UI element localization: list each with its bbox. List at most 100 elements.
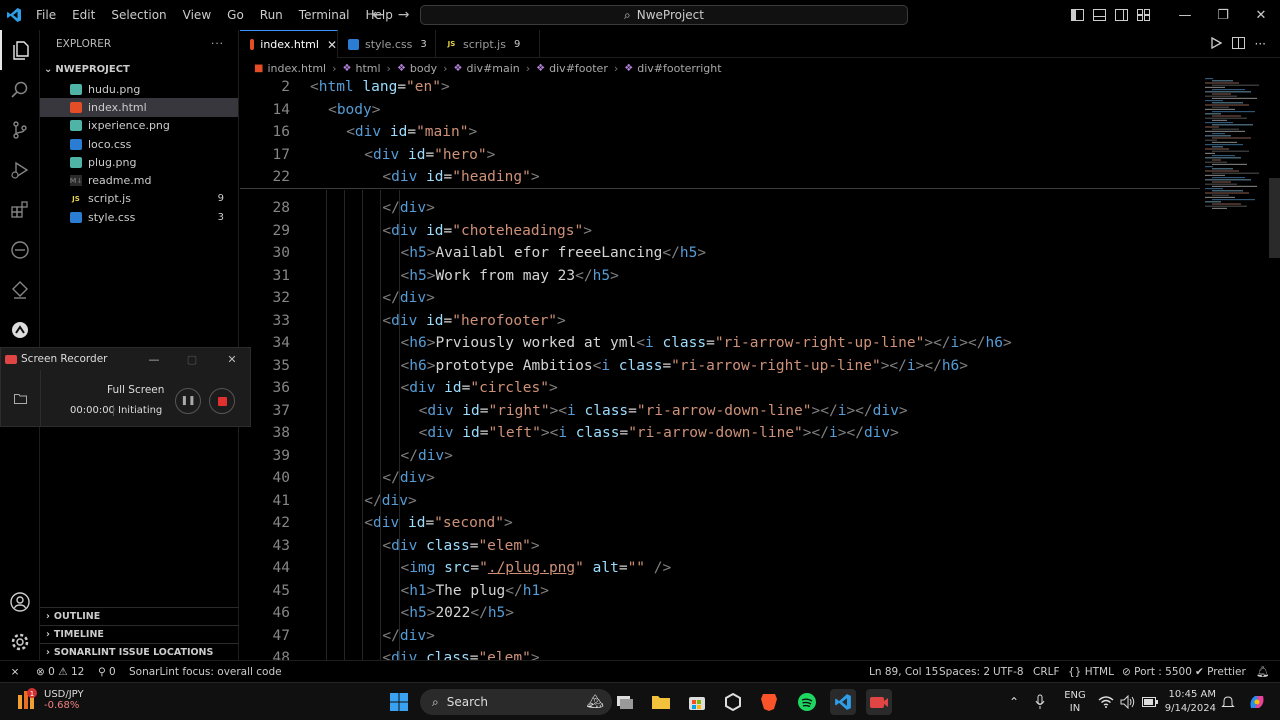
sonarlint-locations-section[interactable]: › SONARLINT ISSUE LOCATIONS (40, 643, 239, 661)
scrollbar-thumb[interactable] (1269, 178, 1280, 258)
code-line[interactable]: 42 <div id="second"> (240, 512, 1200, 535)
search-icon[interactable] (0, 70, 40, 110)
code-line[interactable]: 17 <div id="hero"> (240, 144, 1200, 167)
account-icon[interactable] (0, 582, 40, 622)
split-editor-icon[interactable] (1231, 36, 1245, 52)
notifications-bell-icon[interactable]: 🔔︎ (1256, 661, 1269, 683)
code-line[interactable]: 38 <div id="left"><i class="ri-arrow-down… (240, 422, 1200, 445)
spotify-icon[interactable] (794, 689, 820, 715)
code-line[interactable]: 33 <div id="herofooter"> (240, 310, 1200, 333)
toggle-primary-sidebar-icon[interactable] (1066, 0, 1088, 30)
code-line[interactable]: 37 <div id="right"><i class="ri-arrow-dow… (240, 400, 1200, 423)
code-line[interactable]: 40 </div> (240, 467, 1200, 490)
file-item[interactable]: index.html (40, 98, 238, 117)
menu-run[interactable]: Run (252, 0, 291, 30)
file-item[interactable]: JS script.js 9 (40, 190, 238, 208)
code-line[interactable]: 47 </div> (240, 625, 1200, 648)
breadcrumb-item[interactable]: div#main (467, 62, 520, 75)
minimize-icon[interactable]: — (1166, 0, 1204, 30)
outline-section[interactable]: › OUTLINE (40, 607, 239, 625)
cursor-position[interactable]: Ln 89, Col 15 (869, 661, 938, 683)
problems-indicator[interactable]: ⊗ 0 ⚠ 12 (36, 661, 84, 683)
forward-arrow-icon[interactable]: → (398, 7, 410, 23)
timeline-section[interactable]: › TIMELINE (40, 625, 239, 643)
copilot-icon[interactable] (1244, 683, 1270, 720)
minimap[interactable] (1203, 78, 1269, 218)
run-icon[interactable] (1210, 36, 1222, 52)
code-line[interactable]: 36 <div id="circles"> (240, 377, 1200, 400)
code-line[interactable]: 48 <div class="elem"> (240, 647, 1200, 660)
code-line[interactable]: 32 </div> (240, 287, 1200, 310)
app-hexagon-icon[interactable] (720, 689, 746, 715)
windows-start-icon[interactable] (386, 689, 412, 715)
close-window-icon[interactable]: ✕ (1242, 0, 1280, 30)
menu-selection[interactable]: Selection (103, 0, 174, 30)
pause-button[interactable]: ❚❚ (175, 388, 201, 414)
restore-icon[interactable]: ❐ (1204, 0, 1242, 30)
screen-recorder-taskbar-icon[interactable] (866, 689, 892, 715)
back-arrow-icon[interactable]: ← (372, 7, 384, 23)
microphone-icon[interactable] (1030, 683, 1050, 720)
taskbar-search[interactable]: ⌕ Search 🏔︎ (420, 689, 612, 715)
code-line[interactable]: 28 </div> (240, 197, 1200, 220)
menu-terminal[interactable]: Terminal (291, 0, 358, 30)
breadcrumb-item[interactable]: index.html (267, 62, 326, 75)
code-line[interactable]: 35 <h6>prototype Ambitios<i class="ri-arr… (240, 355, 1200, 378)
wifi-icon[interactable] (1096, 683, 1116, 720)
close-icon[interactable]: ✕ (327, 38, 337, 52)
task-view-icon[interactable] (612, 689, 638, 715)
recorder-folder-icon[interactable] (1, 370, 41, 427)
indentation[interactable]: Spaces: 2 (939, 661, 990, 683)
file-item[interactable]: hudu.png (40, 80, 238, 98)
sonarlint-icon[interactable] (0, 310, 40, 350)
code-line[interactable]: 44 <img src="./plug.png" alt="" /> (240, 557, 1200, 580)
testing-icon[interactable] (0, 270, 40, 310)
code-line[interactable]: 16 <div id="main"> (240, 121, 1200, 144)
settings-gear-icon[interactable] (0, 622, 40, 662)
code-line[interactable]: 41 </div> (240, 490, 1200, 513)
battery-icon[interactable] (1140, 683, 1160, 720)
tab-index-html[interactable]: index.html ✕ (240, 30, 338, 58)
toggle-panel-icon[interactable] (1088, 0, 1110, 30)
remote-explorer-icon[interactable] (0, 230, 40, 270)
customize-layout-icon[interactable] (1132, 0, 1154, 30)
menu-edit[interactable]: Edit (64, 0, 103, 30)
language-mode[interactable]: {} HTML (1068, 661, 1114, 683)
ports-indicator[interactable]: ⚲ 0 (98, 661, 116, 683)
file-item[interactable]: loco.css (40, 135, 238, 153)
code-editor[interactable]: 2 <html lang="en"> 14 <body> 16 <div id="main… (240, 78, 1280, 660)
command-center-search[interactable]: ⌕ NweProject (420, 5, 908, 25)
market-widget[interactable]: 1 USD/JPY -0.68% (16, 687, 84, 713)
code-line[interactable]: 14 <body> (240, 99, 1200, 122)
file-item[interactable]: plug.png (40, 153, 238, 171)
vscode-taskbar-icon[interactable] (830, 689, 856, 715)
microsoft-store-icon[interactable] (684, 689, 710, 715)
code-line[interactable]: 22 <div id="heading"> (240, 166, 1200, 189)
code-line[interactable]: 29 <div id="choteheadings"> (240, 220, 1200, 243)
breadcrumb-item[interactable]: div#footerright (637, 62, 721, 75)
code-line[interactable]: 2 <html lang="en"> (240, 78, 1200, 99)
menu-view[interactable]: View (175, 0, 219, 30)
code-line[interactable]: 31 <h5>Work from may 23</h5> (240, 265, 1200, 288)
live-server-port[interactable]: ⊘ Port : 5500 (1122, 661, 1192, 683)
more-actions-icon[interactable]: ··· (1255, 37, 1266, 51)
brave-browser-icon[interactable] (756, 689, 782, 715)
prettier-indicator[interactable]: ✔ Prettier (1195, 661, 1246, 683)
extensions-icon[interactable] (0, 190, 40, 230)
file-item[interactable]: style.css 3 (40, 208, 238, 226)
line-ending[interactable]: CRLF (1033, 661, 1060, 683)
tab-style-css[interactable]: style.css 3 (338, 30, 436, 58)
code-line[interactable]: 46 <h5>2022</h5> (240, 602, 1200, 625)
breadcrumb-item[interactable]: html (355, 62, 380, 75)
notifications-icon[interactable] (1218, 683, 1238, 720)
source-control-icon[interactable] (0, 110, 40, 150)
input-language[interactable]: ENG IN (1058, 683, 1092, 720)
remote-indicator-icon[interactable]: ⨯ (0, 661, 30, 683)
encoding[interactable]: UTF-8 (993, 661, 1024, 683)
recorder-mode[interactable]: Full Screen (107, 384, 164, 396)
more-actions-icon[interactable]: ··· (211, 30, 224, 58)
file-explorer-icon[interactable] (648, 689, 674, 715)
file-item[interactable]: M↓ readme.md (40, 171, 238, 189)
clock[interactable]: 10:45 AM 9/14/2024 (1160, 683, 1216, 720)
show-hidden-icons-icon[interactable]: ⌃ (1004, 683, 1024, 720)
